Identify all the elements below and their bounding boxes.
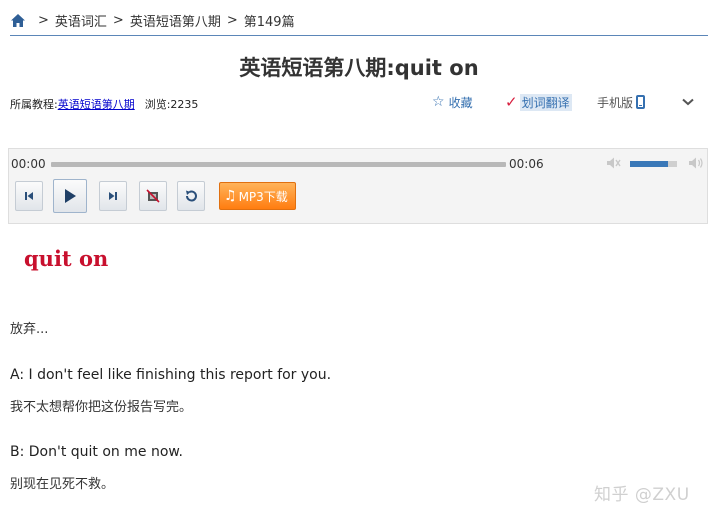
watermark: 知乎 @ZXU xyxy=(594,485,690,505)
breadcrumb-separator: > xyxy=(226,12,238,28)
mobile-label: 手机版 xyxy=(597,95,634,110)
page-title: 英语短语第八期:quit on xyxy=(239,56,479,80)
translate-label: 划词翻译 xyxy=(519,93,572,111)
breadcrumb-divider xyxy=(10,35,708,36)
next-button[interactable] xyxy=(99,181,127,211)
breadcrumb: > 英语词汇 > 英语短语第八期 > 第149篇 xyxy=(10,10,295,30)
mp3-download-label: MP3下载 xyxy=(238,189,288,204)
current-time: 00:00 xyxy=(11,157,46,171)
example-a-english: A: I don't feel like finishing this repo… xyxy=(10,367,332,383)
star-icon: ☆ xyxy=(432,94,445,110)
more-dropdown[interactable] xyxy=(682,92,694,112)
favorite-button[interactable]: ☆ 收藏 xyxy=(432,92,473,112)
play-button[interactable] xyxy=(53,179,87,213)
article-meta: 所属教程: 英语短语第八期 浏览:2235 xyxy=(10,96,198,112)
mute-icon[interactable] xyxy=(605,155,621,171)
loop-icon xyxy=(185,190,197,202)
prev-icon xyxy=(25,192,33,200)
translate-toggle[interactable]: ✓ 划词翻译 xyxy=(505,92,572,112)
favorite-label: 收藏 xyxy=(448,95,473,110)
example-b-english: B: Don't quit on me now. xyxy=(10,444,184,460)
chevron-down-icon xyxy=(682,98,694,106)
volume-max-icon[interactable] xyxy=(687,155,705,171)
breadcrumb-current: 第149篇 xyxy=(243,14,295,30)
previous-button[interactable] xyxy=(15,181,43,211)
volume-fill xyxy=(630,161,668,167)
mobile-version-link[interactable]: 手机版 xyxy=(597,92,646,112)
progress-bar[interactable] xyxy=(51,162,506,167)
music-note-icon: ♫ xyxy=(224,188,237,204)
play-icon xyxy=(65,189,76,203)
loop-button[interactable] xyxy=(177,181,205,211)
volume-slider[interactable] xyxy=(630,161,677,167)
example-a-chinese: 我不太想帮你把这份报告写完。 xyxy=(10,400,193,415)
phrase-heading: quit on xyxy=(24,246,109,271)
home-icon[interactable] xyxy=(10,13,26,28)
breadcrumb-link-vocabulary[interactable]: 英语词汇 xyxy=(55,11,107,30)
mp3-download-button[interactable]: ♫ MP3下载 xyxy=(219,182,296,210)
tutorial-label: 所属教程: xyxy=(10,98,58,111)
breadcrumb-link-phrases[interactable]: 英语短语第八期 xyxy=(130,11,221,30)
phrase-meaning: 放弃... xyxy=(10,322,49,337)
breadcrumb-separator: > xyxy=(38,12,49,28)
stop-icon xyxy=(146,189,160,203)
example-b-chinese: 别现在见死不救。 xyxy=(10,477,115,492)
next-icon xyxy=(109,192,117,200)
tutorial-link[interactable]: 英语短语第八期 xyxy=(58,96,135,112)
breadcrumb-separator: > xyxy=(112,12,124,28)
check-icon: ✓ xyxy=(505,93,518,111)
phone-icon xyxy=(636,95,646,109)
stop-button[interactable] xyxy=(139,181,167,211)
view-count: 浏览:2235 xyxy=(144,98,199,111)
duration: 00:06 xyxy=(509,157,544,171)
audio-player: 00:00 00:06 ♫ MP3下载 xyxy=(8,148,708,224)
